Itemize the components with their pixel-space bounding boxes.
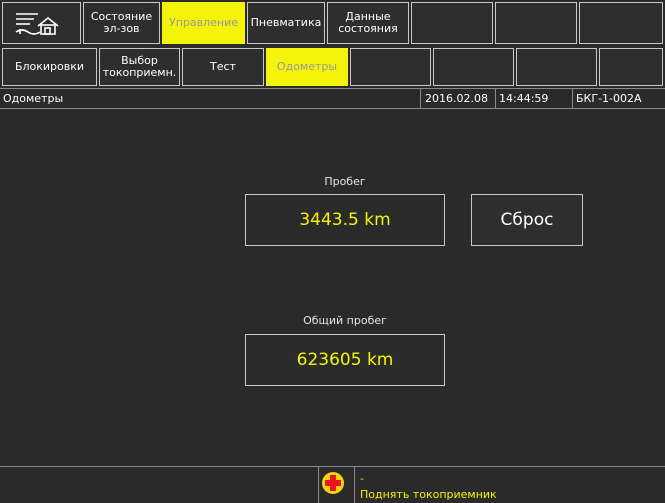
time-display: 14:44:59: [499, 92, 549, 105]
subtab-empty-2[interactable]: [433, 48, 514, 86]
reset-button[interactable]: Сброс: [471, 194, 583, 246]
sub-navigation: Блокировки Выбор токоприемн. Тест Одомет…: [0, 46, 665, 88]
tab-status-data[interactable]: Данные состояния: [327, 2, 409, 44]
subtab-empty-4[interactable]: [599, 48, 663, 86]
date-display: 2016.02.08: [425, 92, 488, 105]
odometer-panel: Пробег 3443.5 km Сброс Общий пробег 6236…: [0, 109, 665, 466]
alert-message: Поднять токоприемник: [360, 488, 497, 501]
red-cross-icon: [322, 472, 344, 494]
divider: [318, 467, 319, 503]
page-title: Одометры: [3, 92, 64, 105]
mileage-label: Пробег: [324, 175, 366, 188]
subtab-locks[interactable]: Блокировки: [2, 48, 97, 86]
subtab-empty-3[interactable]: [516, 48, 597, 86]
divider: [354, 467, 355, 503]
tab-pneumatics[interactable]: Пневматика: [247, 2, 325, 44]
tab-empty-2[interactable]: [495, 2, 577, 44]
status-bar: Одометры 2016.02.08 14:44:59 БКГ-1-002А: [0, 88, 665, 109]
subtab-test[interactable]: Тест: [182, 48, 264, 86]
divider: [572, 89, 573, 108]
tab-empty-3[interactable]: [579, 2, 663, 44]
menu-home-button[interactable]: [2, 2, 81, 44]
subtab-empty-1[interactable]: [350, 48, 431, 86]
subtab-pantograph-select[interactable]: Выбор токоприемн.: [99, 48, 180, 86]
tab-elements-state[interactable]: Состояние эл-зов: [83, 2, 160, 44]
alert-dash: -: [360, 472, 364, 485]
alert-bar: - Поднять токоприемник: [0, 466, 665, 503]
unit-id-display: БКГ-1-002А: [576, 92, 642, 105]
tab-empty-1[interactable]: [411, 2, 493, 44]
subtab-odometers[interactable]: Одометры: [266, 48, 348, 86]
mileage-value: 3443.5 km: [245, 194, 445, 246]
divider: [495, 89, 496, 108]
total-mileage-label: Общий пробег: [303, 314, 387, 327]
divider: [420, 89, 421, 108]
menu-home-icon: [15, 13, 58, 35]
main-navigation: Состояние эл-зов Управление Пневматика Д…: [0, 0, 665, 46]
tab-control[interactable]: Управление: [162, 2, 245, 44]
total-mileage-value: 623605 km: [245, 334, 445, 386]
